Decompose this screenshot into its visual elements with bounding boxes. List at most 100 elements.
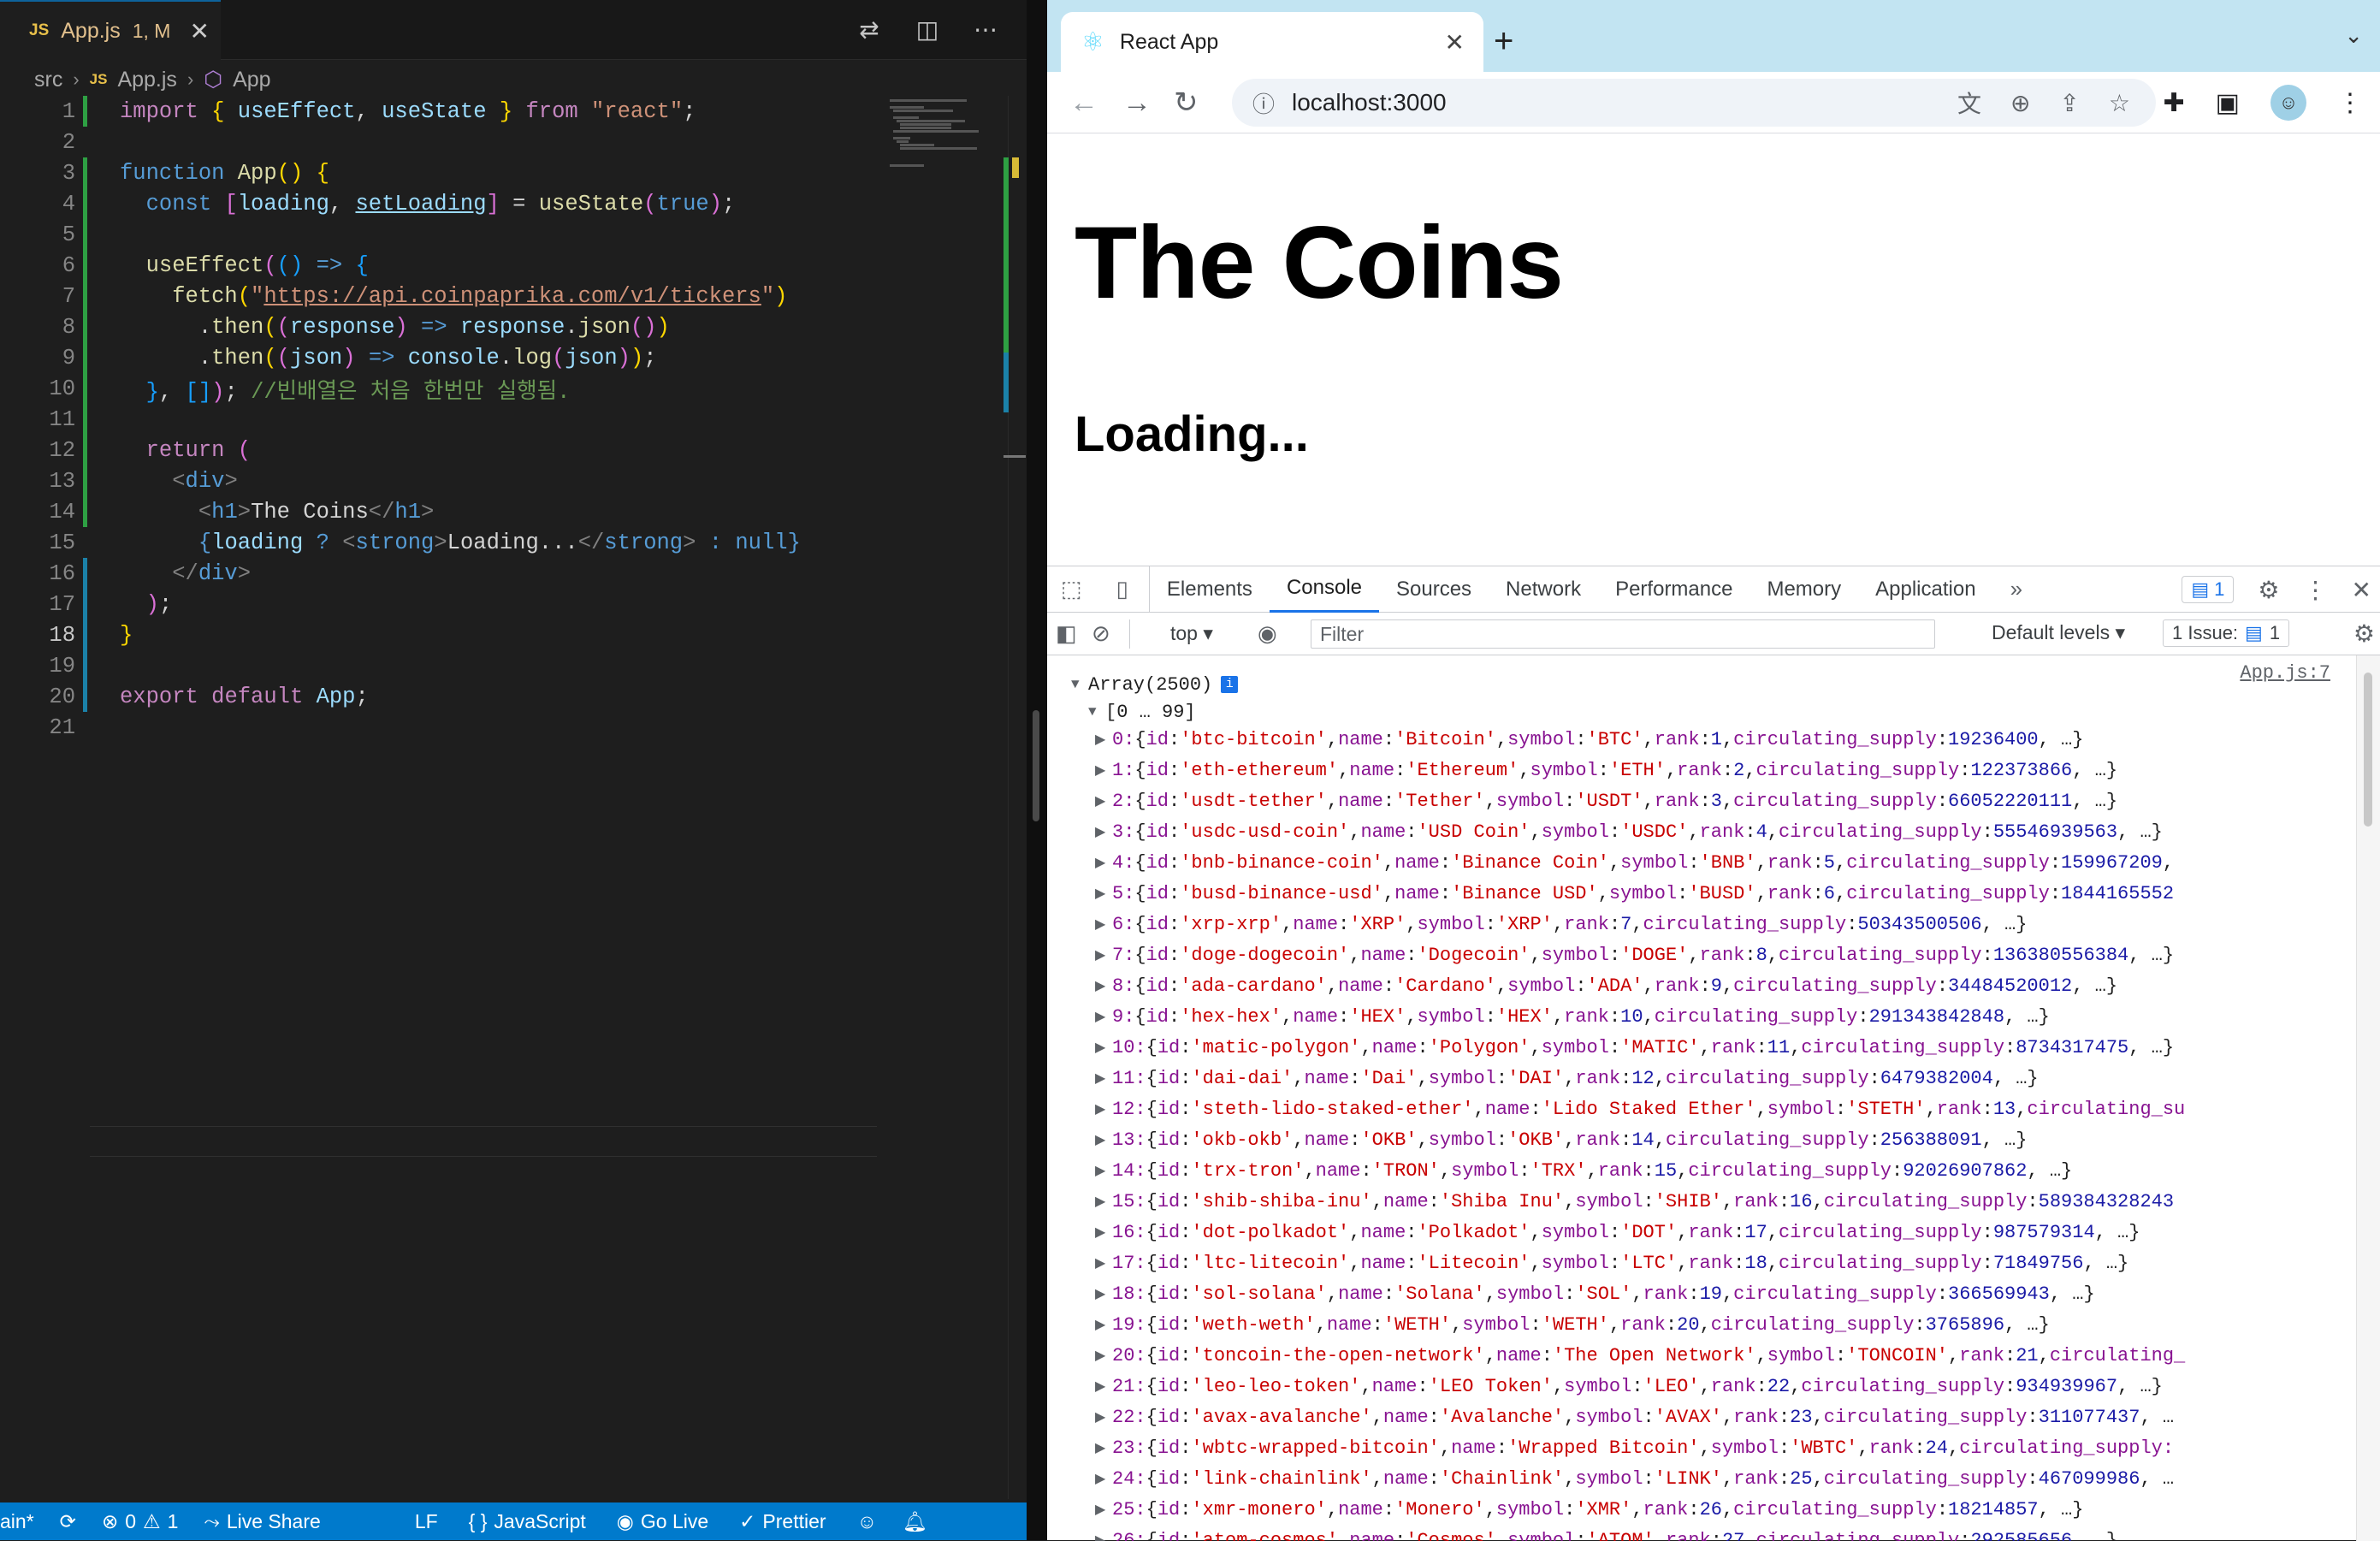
code-line[interactable]: 15 {loading ? <strong>Loading...</strong… [0,527,890,558]
translate-icon[interactable]: 文 [1957,86,1981,120]
code-line[interactable]: 14 <h1>The Coins</h1> [0,496,890,527]
more-vertical-icon[interactable]: ⋮ [2304,576,2328,604]
tab-application[interactable]: Application [1858,566,1992,613]
console-filter-input[interactable]: Filter [1311,619,1935,649]
status-live-share[interactable]: ⤳ Live Share [204,1502,320,1540]
console-array-item[interactable]: ▶ 9: {id: 'hex-hex', name: 'HEX', symbol:… [1095,1003,2356,1030]
console-array-item[interactable]: ▶ 11: {id: 'dai-dai', name: 'Dai', symbol… [1095,1064,2356,1092]
console-output[interactable]: App.js:7 ▼ Array(2500) i ▼ [0 … 99] ▶ 0: … [1047,655,2356,1541]
bell-icon[interactable]: 🔔︎ [903,1502,927,1540]
sync-icon[interactable]: ⟳ [60,1502,76,1540]
console-array-item[interactable]: ▶ 5: {id: 'busd-binance-usd', name: 'Bina… [1095,880,2356,907]
console-array-item[interactable]: ▶ 3: {id: 'usdc-usd-coin', name: 'USD Coi… [1095,818,2356,845]
console-array-item[interactable]: ▶ 10: {id: 'matic-polygon', name: 'Polygo… [1095,1034,2356,1061]
close-icon[interactable]: ✕ [189,17,209,45]
messages-badge[interactable]: ▤ 1 [2182,576,2235,603]
more-menu-icon[interactable]: ⋮ [2337,88,2363,118]
breadcrumb-symbol[interactable]: App [233,68,270,92]
bookmark-star-icon[interactable]: ☆ [2109,89,2130,117]
code-line[interactable]: 7 fetch("https://api.coinpaprika.com/v1/… [0,281,890,311]
info-icon[interactable]: ⓘ [1252,87,1275,119]
console-array-item[interactable]: ▶ 19: {id: 'weth-weth', name: 'WETH', sym… [1095,1311,2356,1338]
console-array-item[interactable]: ▶ 26: {id: 'atom-cosmos', name: 'Cosmos',… [1095,1526,2356,1541]
code-line[interactable]: 13 <div> [0,465,890,496]
context-selector[interactable]: top ▾ [1170,622,1213,645]
console-array-item[interactable]: ▶ 1: {id: 'eth-ethereum', name: 'Ethereum… [1095,756,2356,784]
close-devtools-icon[interactable]: ✕ [2352,576,2371,604]
status-language[interactable]: { } JavaScript [469,1502,586,1540]
divider-handle[interactable] [1033,710,1039,821]
code-line[interactable]: 4 const [loading, setLoading] = useState… [0,188,890,219]
browser-tab[interactable]: ⚛ React App ✕ [1061,12,1483,72]
console-array-item[interactable]: ▶ 14: {id: 'trx-tron', name: 'TRON', symb… [1095,1157,2356,1184]
split-editor-icon[interactable]: ◫ [912,14,943,44]
sidebar-toggle-icon[interactable]: ◧ [1056,620,1077,647]
code-line[interactable]: 20 export default App; [0,681,890,712]
console-array-item[interactable]: ▶ 13: {id: 'okb-okb', name: 'OKB', symbol… [1095,1126,2356,1153]
console-array-item[interactable]: ▶ 8: {id: 'ada-cardano', name: 'Cardano',… [1095,972,2356,999]
console-array-item[interactable]: ▶ 21: {id: 'leo-leo-token', name: 'LEO To… [1095,1372,2356,1400]
array-range-group[interactable]: ▼ [0 … 99] [1088,698,2356,726]
code-line[interactable]: 9 .then((json) => console.log(json)); [0,342,890,373]
chevron-down-icon[interactable]: ⌄ [2344,22,2363,49]
tab-performance[interactable]: Performance [1598,566,1749,613]
console-array-item[interactable]: ▶ 17: {id: 'ltc-litecoin', name: 'Litecoi… [1095,1249,2356,1277]
live-expression-eye-icon[interactable]: ◉ [1258,620,1277,647]
console-array-item[interactable]: ▶ 7: {id: 'doge-dogecoin', name: 'Dogecoi… [1095,941,2356,969]
inspect-element-icon[interactable]: ⬚ [1047,566,1099,613]
console-array-item[interactable]: ▶ 23: {id: 'wbtc-wrapped-bitcoin', name: … [1095,1434,2356,1461]
console-array-item[interactable]: ▶ 0: {id: 'btc-bitcoin', name: 'Bitcoin',… [1095,726,2356,753]
tab-sources[interactable]: Sources [1379,566,1489,613]
console-array-item[interactable]: ▶ 15: {id: 'shib-shiba-inu', name: 'Shiba… [1095,1188,2356,1215]
status-eol[interactable]: LF [415,1502,438,1540]
code-line[interactable]: 1 import { useEffect, useState } from "re… [0,96,890,127]
tab-console[interactable]: Console [1269,566,1379,613]
tab-elements[interactable]: Elements [1150,566,1270,613]
console-array-item[interactable]: ▶ 18: {id: 'sol-solana', name: 'Solana', … [1095,1280,2356,1307]
open-changes-icon[interactable]: ⇄ [854,14,885,44]
forward-icon[interactable]: → [1122,72,1152,133]
tab-memory[interactable]: Memory [1749,566,1858,613]
device-toolbar-icon[interactable]: ▯ [1099,566,1150,613]
more-actions-icon[interactable]: ⋯ [970,14,1001,44]
editor-scrollbar[interactable] [1004,96,1027,1499]
status-problems[interactable]: ⊗ 0 ⚠ 1 [102,1502,179,1540]
code-line[interactable]: 3 function App() { [0,157,890,188]
code-line[interactable]: 21 [0,712,890,743]
code-line[interactable]: 8 .then((response) => response.json()) [0,311,890,342]
status-prettier[interactable]: ✓ Prettier [739,1502,826,1540]
back-icon[interactable]: ← [1069,72,1098,133]
reload-icon[interactable]: ↻ [1174,72,1199,133]
console-array-item[interactable]: ▶ 16: {id: 'dot-polkadot', name: 'Polkado… [1095,1218,2356,1246]
console-array-item[interactable]: ▶ 20: {id: 'toncoin-the-open-network', na… [1095,1342,2356,1369]
feedback-icon[interactable]: ☺ [857,1502,877,1540]
console-array-item[interactable]: ▶ 4: {id: 'bnb-binance-coin', name: 'Bina… [1095,849,2356,876]
console-array-item[interactable]: ▶ 2: {id: 'usdt-tether', name: 'Tether', … [1095,787,2356,815]
code-line[interactable]: 19 [0,650,890,681]
new-tab-icon[interactable]: + [1494,19,1513,63]
clear-console-icon[interactable]: ⊘ [1092,620,1110,647]
log-levels-dropdown[interactable]: Default levels ▾ [1992,621,2125,644]
breadcrumb-file[interactable]: App.js [117,68,176,92]
address-bar[interactable]: ⓘ localhost:3000 文 ⊕ ⇪ ☆ [1232,79,2156,127]
breadcrumb-src[interactable]: src [34,68,62,92]
code-editor[interactable]: 1 import { useEffect, useState } from "re… [0,96,1009,1499]
console-settings-gear-icon[interactable]: ⚙ [2353,619,2375,648]
code-line[interactable]: 2 [0,127,890,157]
close-icon[interactable]: ✕ [1445,28,1465,56]
share-icon[interactable]: ⇪ [2059,89,2079,117]
console-scrollbar[interactable] [2356,655,2380,1541]
console-array-item[interactable]: ▶ 12: {id: 'steth-lido-staked-ether', nam… [1095,1095,2356,1123]
more-tabs-icon[interactable]: » [1993,566,2040,613]
array-log-entry[interactable]: ▼ Array(2500) i [1071,671,2356,698]
console-array-item[interactable]: ▶ 22: {id: 'avax-avalanche', name: 'Avala… [1095,1403,2356,1431]
console-array-item[interactable]: ▶ 24: {id: 'link-chainlink', name: 'Chain… [1095,1465,2356,1492]
code-line[interactable]: 5 [0,219,890,250]
console-array-item[interactable]: ▶ 25: {id: 'xmr-monero', name: 'Monero', … [1095,1496,2356,1523]
tab-network[interactable]: Network [1489,566,1598,613]
issues-counter[interactable]: 1 Issue: ▤ 1 [2163,619,2290,647]
tab-app-js[interactable]: JS App.js 1, M ✕ [0,0,221,60]
status-go-live[interactable]: ◉ Go Live [617,1502,708,1540]
code-line[interactable]: 11 [0,404,890,435]
minimap[interactable] [881,96,1008,173]
